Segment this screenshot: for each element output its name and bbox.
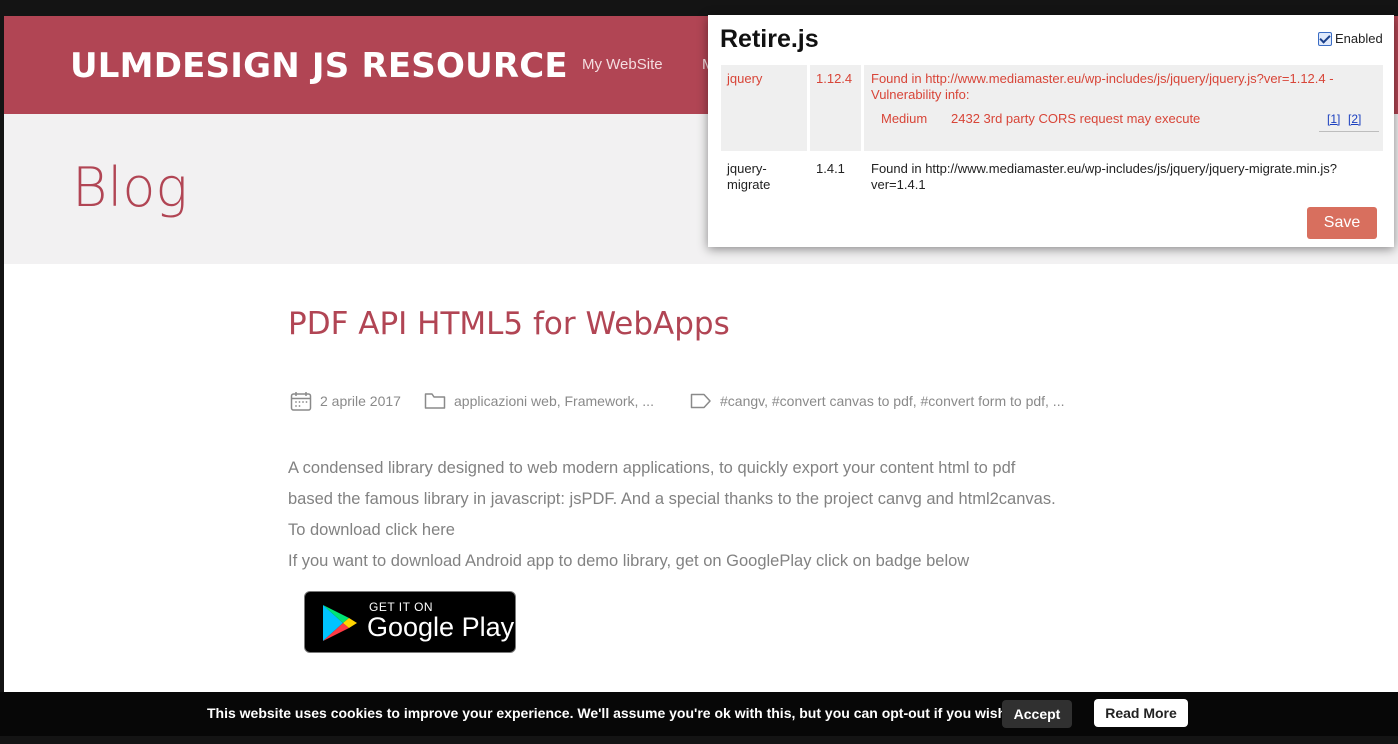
hero-title: Blog: [72, 156, 188, 219]
post-title[interactable]: PDF API HTML5 for WebApps: [288, 306, 730, 342]
post-tags: #cangv, #convert canvas to pdf, #convert…: [690, 390, 1064, 412]
badge-google-play: Google Play: [367, 612, 515, 642]
post-paragraph: If you want to download Android app to d…: [288, 552, 970, 570]
library-name: jquery- migrate: [727, 161, 771, 192]
post-tags-text[interactable]: #cangv, #convert canvas to pdf, #convert…: [720, 393, 1064, 409]
severity-text: Medium: [881, 111, 928, 126]
google-play-badge[interactable]: GET IT ON Google Play: [304, 591, 516, 653]
retirejs-popup: Retire.js Enabled jquery 1.12.4 Found in…: [708, 15, 1394, 247]
enabled-label: Enabled: [1335, 31, 1383, 46]
tag-icon: [690, 393, 711, 409]
post-date-text[interactable]: 2 aprile 2017: [320, 393, 401, 409]
read-more-button[interactable]: Read More: [1094, 699, 1188, 727]
calendar-icon: [290, 392, 312, 411]
accept-button[interactable]: Accept: [1002, 700, 1072, 728]
vulnerability-description: 2432 3rd party CORS request may execute: [951, 111, 1201, 126]
popup-title: Retire.js: [720, 25, 819, 53]
post-body: A condensed library designed to web mode…: [288, 453, 1056, 577]
found-in-text: Found in http://www.mediamaster.eu/wp-in…: [871, 161, 1338, 192]
post-categories-text[interactable]: applicazioni web, Framework, ...: [454, 393, 654, 409]
save-button[interactable]: Save: [1307, 207, 1377, 239]
found-in-text: Found in http://www.mediamaster.eu/wp-in…: [871, 71, 1334, 86]
vulnerability-info-label: Vulnerability info:: [871, 87, 970, 102]
enabled-checkbox[interactable]: [1318, 31, 1332, 46]
post-categories: applicazioni web, Framework, ...: [424, 390, 654, 412]
info-link-1[interactable]: [1]: [1327, 112, 1340, 126]
table-row: jquery 1.12.4 Found in http://www.mediam…: [721, 65, 1383, 151]
post-date: 2 aprile 2017: [290, 390, 401, 412]
site-title[interactable]: ULMDESIGN JS RESOURCE: [70, 46, 568, 86]
post-paragraph: based the famous library in javascript: …: [288, 490, 1056, 508]
info-link-2[interactable]: [2]: [1348, 112, 1361, 126]
cookie-bar: This website uses cookies to improve you…: [0, 692, 1398, 736]
cookie-message: This website uses cookies to improve you…: [207, 705, 1011, 721]
download-link[interactable]: To download click here: [288, 515, 1056, 546]
library-version: 1.12.4: [816, 71, 853, 86]
divider: [1319, 131, 1379, 132]
google-play-icon: [323, 605, 357, 641]
nav-item-my-website[interactable]: My WebSite: [582, 56, 663, 73]
enabled-toggle[interactable]: Enabled: [1318, 31, 1383, 46]
library-version: 1.4.1: [816, 161, 845, 176]
library-name: jquery: [727, 71, 763, 86]
folder-icon: [424, 393, 446, 409]
post-paragraph: A condensed library designed to web mode…: [288, 459, 1016, 477]
